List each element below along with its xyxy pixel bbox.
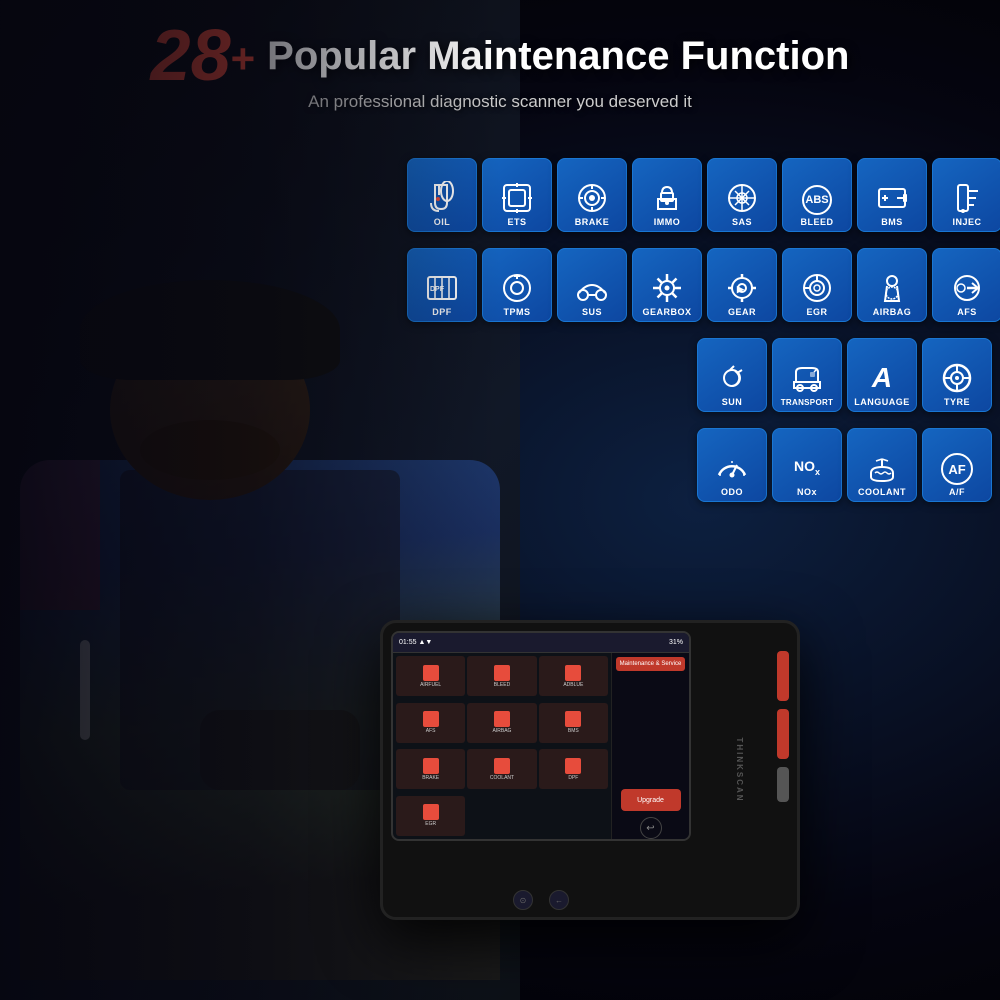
- app-label: COOLANT: [490, 775, 514, 781]
- scanner-screen: 01:55 ▲▼ 31% AIRFUEL BLEED ADBLUE: [391, 631, 691, 841]
- vol-down-button[interactable]: [777, 767, 789, 802]
- app-icon: [423, 758, 439, 774]
- app-cell[interactable]: AIRFUEL: [396, 656, 465, 696]
- vol-up-button[interactable]: [777, 709, 789, 759]
- app-cell[interactable]: BRAKE: [396, 749, 465, 789]
- screen-battery: 31%: [669, 639, 683, 646]
- app-label: AIRBAG: [493, 728, 512, 734]
- app-cell[interactable]: BMS: [539, 703, 608, 743]
- screen-content: AIRFUEL BLEED ADBLUE AFS AIRBAG: [393, 653, 689, 841]
- upgrade-button[interactable]: Upgrade: [621, 789, 681, 811]
- app-icon: [423, 711, 439, 727]
- app-cell[interactable]: BLEED: [467, 656, 536, 696]
- app-icon: [423, 665, 439, 681]
- app-label: DPF: [568, 775, 578, 781]
- nav-bar: ⊙ ←: [391, 889, 691, 911]
- screen-sidebar: Maintenance & Service Upgrade ↩: [611, 653, 689, 841]
- app-icon: [494, 665, 510, 681]
- app-label: EGR: [425, 821, 436, 827]
- app-label: AFS: [426, 728, 436, 734]
- app-cell[interactable]: AFS: [396, 703, 465, 743]
- app-label: BRAKE: [422, 775, 439, 781]
- back-nav-button[interactable]: ←: [549, 890, 569, 910]
- app-icon: [494, 711, 510, 727]
- app-icon: [565, 758, 581, 774]
- brand-label: THINKSCAN: [735, 737, 744, 802]
- scanner-device: 01:55 ▲▼ 31% AIRFUEL BLEED ADBLUE: [380, 620, 800, 920]
- app-icon: [565, 665, 581, 681]
- app-label: ADBLUE: [563, 682, 583, 688]
- power-button[interactable]: [777, 651, 789, 701]
- app-cell[interactable]: DPF: [539, 749, 608, 789]
- app-grid: AIRFUEL BLEED ADBLUE AFS AIRBAG: [393, 653, 611, 841]
- app-label: AIRFUEL: [420, 682, 441, 688]
- app-cell[interactable]: COOLANT: [467, 749, 536, 789]
- app-cell[interactable]: ADBLUE: [539, 656, 608, 696]
- home-button[interactable]: ⊙: [513, 890, 533, 910]
- screen-header: 01:55 ▲▼ 31%: [393, 633, 689, 653]
- screen-time: 01:55 ▲▼: [399, 639, 432, 646]
- app-cell[interactable]: EGR: [396, 796, 465, 836]
- app-icon: [565, 711, 581, 727]
- sidebar-title: Maintenance & Service: [616, 657, 685, 671]
- app-label: BLEED: [494, 682, 510, 688]
- app-label: BMS: [568, 728, 579, 734]
- app-icon: [494, 758, 510, 774]
- side-buttons: [775, 631, 791, 911]
- app-cell[interactable]: AIRBAG: [467, 703, 536, 743]
- app-icon: [423, 804, 439, 820]
- back-button[interactable]: ↩: [640, 817, 662, 839]
